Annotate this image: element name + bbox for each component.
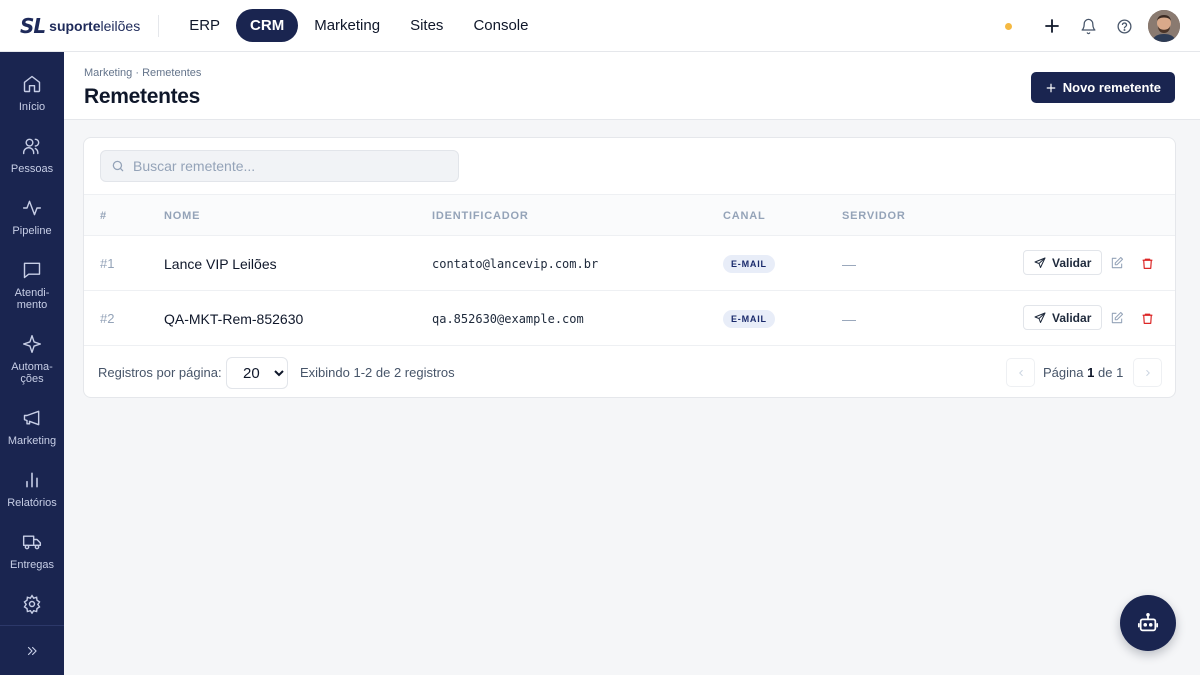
help-icon[interactable] <box>1106 8 1142 44</box>
sparkle-icon <box>22 334 42 354</box>
delete-icon[interactable] <box>1138 309 1156 327</box>
sidebar-item-label: Entregas <box>9 559 55 571</box>
nav-marketing[interactable]: Marketing <box>300 9 394 42</box>
send-icon <box>1034 257 1046 268</box>
bar-chart-icon <box>26 472 38 488</box>
page-indicator: Página 1 de 1 <box>1043 365 1124 380</box>
sidebar-item-label: Relatórios <box>7 497 57 509</box>
table-footer: Registros por página: 20 Exibindo 1-2 de… <box>84 346 1175 397</box>
sidebar-item-atendimento[interactable]: Atendi-mento <box>0 260 64 311</box>
chat-icon <box>23 262 41 279</box>
channel-badge: E-MAIL <box>723 310 775 328</box>
sidebar-item-label: Início <box>18 101 46 113</box>
edit-icon[interactable] <box>1108 309 1126 327</box>
new-sender-button[interactable]: Novo remetente <box>1030 72 1175 103</box>
top-actions <box>1005 0 1180 52</box>
row-name[interactable]: QA-MKT-Rem-852630 <box>164 311 303 327</box>
home-icon <box>23 75 41 93</box>
send-icon <box>1034 312 1046 323</box>
column-header-canal[interactable]: CANAL <box>723 210 766 222</box>
sidebar-item-label: Marketing <box>7 435 57 447</box>
breadcrumb: Marketing · Remetentes <box>84 67 202 79</box>
truck-icon <box>22 535 42 550</box>
robot-icon <box>1137 612 1159 632</box>
sidebar-item-relatorios[interactable]: Relatórios <box>0 470 64 509</box>
sidebar: Início Pessoas Pipeline Atendi-mento Aut… <box>0 52 64 675</box>
validate-label: Validar <box>1052 255 1092 270</box>
column-header-identificador[interactable]: IDENTIFICADOR <box>432 210 529 222</box>
column-header-servidor[interactable]: SERVIDOR <box>842 210 906 222</box>
column-header-num: # <box>100 210 107 222</box>
table-row: #2 QA-MKT-Rem-852630 qa.852630@example.c… <box>84 291 1175 346</box>
sidebar-expand-button[interactable] <box>0 625 64 675</box>
table-header: # NOME IDENTIFICADOR CANAL SERVIDOR <box>84 194 1175 236</box>
search-icon <box>112 160 124 172</box>
sidebar-item-automacoes[interactable]: Automa-ções <box>0 334 64 385</box>
senders-card: # NOME IDENTIFICADOR CANAL SERVIDOR #1 L… <box>83 137 1176 398</box>
assistant-button[interactable] <box>1120 595 1176 651</box>
chevron-right-icon <box>1145 369 1150 376</box>
brand-logo[interactable]: SL suporteleilões <box>20 0 140 52</box>
next-page-button[interactable] <box>1133 358 1162 387</box>
nav-sites[interactable]: Sites <box>396 9 457 42</box>
plus-icon <box>1046 83 1056 92</box>
sidebar-item-pipeline[interactable]: Pipeline <box>0 198 64 237</box>
search-input[interactable] <box>133 158 433 174</box>
page-header: Marketing · Remetentes Remetentes Novo r… <box>64 52 1200 120</box>
validate-label: Validar <box>1052 310 1092 325</box>
per-page-label: Registros por página: <box>98 365 222 380</box>
gear-icon <box>23 594 41 614</box>
channel-badge: E-MAIL <box>723 255 775 273</box>
avatar[interactable] <box>1148 10 1180 42</box>
sidebar-item-settings[interactable] <box>0 594 64 614</box>
row-channel: E-MAIL <box>723 254 775 273</box>
nav-crm[interactable]: CRM <box>236 9 299 42</box>
megaphone-icon <box>23 410 40 426</box>
logo-mark: SL <box>20 13 46 38</box>
sidebar-item-label: Automa-ções <box>11 361 53 385</box>
page-title: Remetentes <box>84 85 201 108</box>
row-channel: E-MAIL <box>723 309 775 328</box>
bell-icon[interactable] <box>1070 8 1106 44</box>
sidebar-item-label: Pessoas <box>10 163 54 175</box>
sidebar-item-pessoas[interactable]: Pessoas <box>0 136 64 175</box>
sidebar-item-label: Atendi-mento <box>14 287 50 311</box>
row-number: #1 <box>100 256 115 271</box>
validate-button[interactable]: Validar <box>1023 250 1103 275</box>
sidebar-item-inicio[interactable]: Início <box>0 74 64 113</box>
validate-button[interactable]: Validar <box>1023 305 1103 330</box>
nav-erp[interactable]: ERP <box>175 9 234 42</box>
delete-icon[interactable] <box>1138 254 1156 272</box>
users-icon <box>22 138 40 155</box>
logo-text: suporteleilões <box>49 17 141 34</box>
edit-icon[interactable] <box>1108 254 1126 272</box>
chevrons-right-icon <box>27 646 37 655</box>
plus-icon[interactable] <box>1034 8 1070 44</box>
status-dot <box>1005 22 1012 30</box>
table-row: #1 Lance VIP Leilões contato@lancevip.co… <box>84 236 1175 291</box>
top-nav: ERP CRM Marketing Sites Console <box>175 9 542 42</box>
sidebar-item-entregas[interactable]: Entregas <box>0 532 64 571</box>
search-box[interactable] <box>100 150 459 182</box>
per-page-select[interactable]: 20 <box>226 357 288 389</box>
top-bar: SL suporteleilões ERP CRM Marketing Site… <box>0 0 1200 52</box>
row-name[interactable]: Lance VIP Leilões <box>164 256 277 272</box>
row-identifier: contato@lancevip.com.br <box>432 257 599 271</box>
prev-page-button[interactable] <box>1006 358 1035 387</box>
divider <box>158 14 160 37</box>
column-header-nome[interactable]: NOME <box>164 210 200 222</box>
row-server: — <box>842 256 856 272</box>
row-server: — <box>842 311 856 327</box>
chevron-left-icon <box>1018 369 1023 376</box>
activity-icon <box>22 200 42 216</box>
row-number: #2 <box>100 311 115 326</box>
records-info: Exibindo 1-2 de 2 registros <box>300 365 455 380</box>
sidebar-item-marketing[interactable]: Marketing <box>0 408 64 447</box>
nav-console[interactable]: Console <box>459 9 542 42</box>
new-sender-label: Novo remetente <box>1062 80 1161 95</box>
sidebar-item-label: Pipeline <box>12 225 52 237</box>
row-identifier: qa.852630@example.com <box>432 312 584 326</box>
